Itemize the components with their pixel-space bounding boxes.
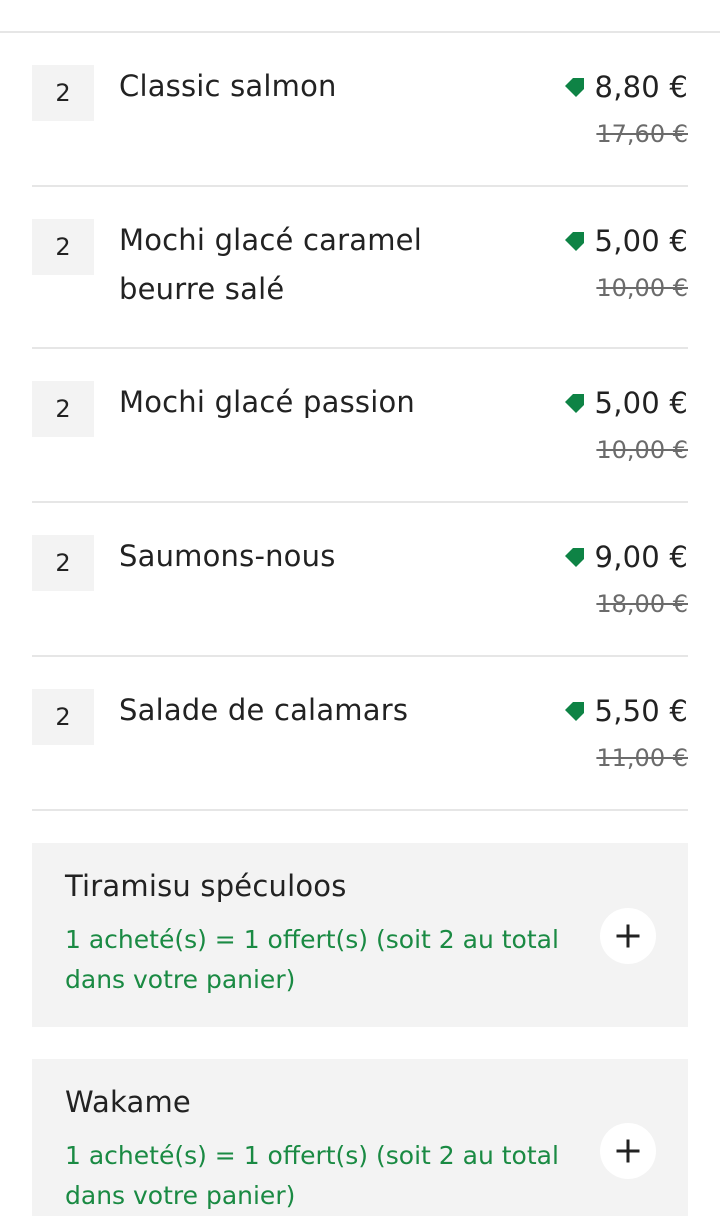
promo-description: 1 acheté(s) = 1 offert(s) (soit 2 au tot… <box>65 1141 559 1210</box>
quantity-box[interactable]: 2 <box>32 535 94 591</box>
item-price: 5,00 € <box>594 223 688 258</box>
price-block: 5,00 € 10,00 € <box>563 378 688 470</box>
cart-item-list: 2 Classic salmon 8,80 € 17,60 € 2 Mochi … <box>32 33 688 811</box>
discount-tag-icon <box>563 229 587 253</box>
cart-item[interactable]: 2 Saumons-nous 9,00 € 18,00 € <box>32 503 688 657</box>
promo-offer-card: Tiramisu spéculoos 1 acheté(s) = 1 offer… <box>32 843 688 1027</box>
item-name: Classic salmon <box>119 69 337 103</box>
plus-icon <box>616 924 640 948</box>
plus-icon <box>616 1139 640 1163</box>
item-name: Mochi glacé passion <box>119 385 415 419</box>
discount-tag-icon <box>563 699 587 723</box>
item-original-price: 10,00 € <box>596 274 688 302</box>
item-price: 5,50 € <box>594 693 688 728</box>
discount-tag-icon <box>563 545 587 569</box>
cart-item[interactable]: 2 Mochi glacé passion 5,00 € 10,00 € <box>32 349 688 503</box>
cart-item[interactable]: 2 Classic salmon 8,80 € 17,60 € <box>32 33 688 187</box>
item-price: 9,00 € <box>594 539 688 574</box>
discount-tag-icon <box>563 75 587 99</box>
item-original-price: 10,00 € <box>596 436 688 464</box>
item-price: 5,00 € <box>594 385 688 420</box>
price-block: 5,00 € 10,00 € <box>563 216 688 308</box>
price-row: 8,80 € <box>563 62 688 111</box>
item-name: Salade de calamars <box>119 693 409 727</box>
cart-item[interactable]: 2 Mochi glacé caramel beurre salé 5,00 €… <box>32 187 688 349</box>
promo-title: Wakame <box>65 1085 191 1119</box>
item-original-price: 18,00 € <box>596 590 688 618</box>
price-row: 9,00 € <box>563 532 688 581</box>
add-button[interactable] <box>600 908 656 964</box>
cart-item[interactable]: 2 Salade de calamars 5,50 € 11,00 € <box>32 657 688 811</box>
cart-page: 2 Classic salmon 8,80 € 17,60 € 2 Mochi … <box>0 0 720 1216</box>
quantity-box[interactable]: 2 <box>32 689 94 745</box>
price-row: 5,00 € <box>563 216 688 265</box>
item-original-price: 11,00 € <box>596 744 688 772</box>
discount-tag-icon <box>563 391 587 415</box>
price-block: 9,00 € 18,00 € <box>563 532 688 624</box>
item-original-price: 17,60 € <box>596 120 688 148</box>
promo-description: 1 acheté(s) = 1 offert(s) (soit 2 au tot… <box>65 925 559 994</box>
quantity-box[interactable]: 2 <box>32 65 94 121</box>
promo-title: Tiramisu spéculoos <box>65 869 347 903</box>
item-name: Mochi glacé caramel beurre salé <box>119 223 422 306</box>
price-row: 5,00 € <box>563 378 688 427</box>
quantity-box[interactable]: 2 <box>32 219 94 275</box>
add-button[interactable] <box>600 1123 656 1179</box>
item-price: 8,80 € <box>594 69 688 104</box>
promo-offer-card: Wakame 1 acheté(s) = 1 offert(s) (soit 2… <box>32 1059 688 1216</box>
price-block: 8,80 € 17,60 € <box>563 62 688 154</box>
price-block: 5,50 € 11,00 € <box>563 686 688 778</box>
price-row: 5,50 € <box>563 686 688 735</box>
quantity-box[interactable]: 2 <box>32 381 94 437</box>
item-name: Saumons-nous <box>119 539 336 573</box>
